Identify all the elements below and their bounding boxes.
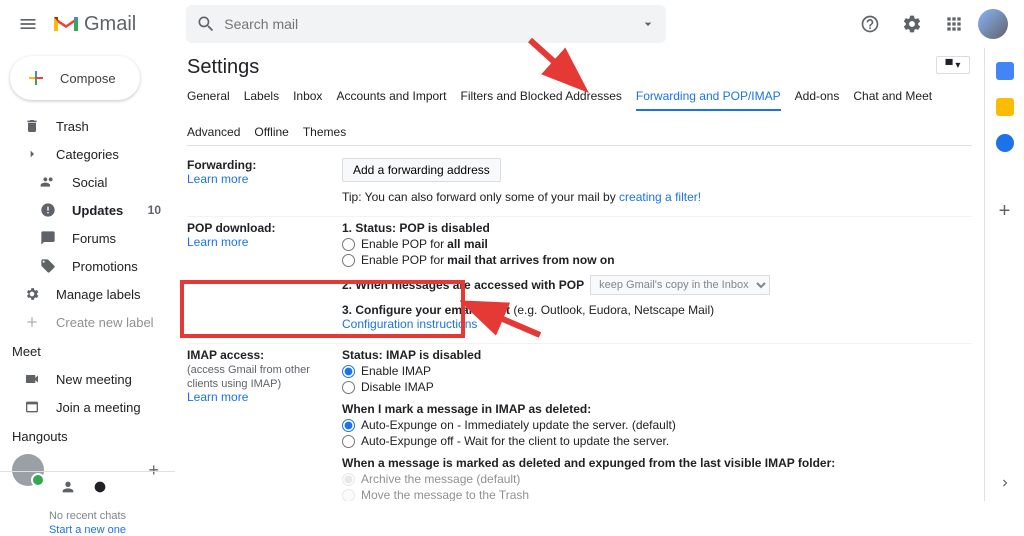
compose-label: Compose xyxy=(60,71,116,86)
hangouts-icon[interactable] xyxy=(92,479,108,495)
pop-enable-now[interactable]: Enable POP for mail that arrives from no… xyxy=(342,253,972,267)
imap-disable[interactable]: Disable IMAP xyxy=(342,380,972,394)
tasks-addon-icon[interactable] xyxy=(996,134,1014,152)
search-bar[interactable] xyxy=(186,5,666,43)
tab-filters[interactable]: Filters and Blocked Addresses xyxy=(461,89,622,111)
nav-create-label[interactable]: Create new label xyxy=(0,308,175,336)
meet-new[interactable]: New meeting xyxy=(0,365,175,393)
tab-labels[interactable]: Labels xyxy=(244,89,279,111)
add-addon-icon[interactable]: + xyxy=(999,200,1011,223)
expunge-off[interactable]: Auto-Expunge off - Wait for the client t… xyxy=(342,434,972,448)
start-chat-link[interactable]: Start a new one xyxy=(0,524,175,536)
pop-accessed-select[interactable]: keep Gmail's copy in the Inbox xyxy=(590,275,770,295)
tab-general[interactable]: General xyxy=(187,89,230,111)
language-button[interactable]: ▀ ▾ xyxy=(936,56,970,74)
side-panel: + xyxy=(984,48,1024,501)
gmail-logo[interactable]: Gmail xyxy=(52,13,136,36)
nav-promotions[interactable]: Promotions xyxy=(0,252,175,280)
pop-enable-all[interactable]: Enable POP for all mail xyxy=(342,237,972,251)
support-icon[interactable] xyxy=(852,6,888,42)
menu-icon[interactable] xyxy=(8,4,48,44)
add-forwarding-button[interactable]: Add a forwarding address xyxy=(342,158,501,182)
tab-accounts[interactable]: Accounts and Import xyxy=(336,89,446,111)
expunge-on[interactable]: Auto-Expunge on - Immediately update the… xyxy=(342,418,972,432)
imap-learn-more[interactable]: Learn more xyxy=(187,390,248,404)
nav-updates[interactable]: Updates10 xyxy=(0,196,175,224)
forwarding-learn-more[interactable]: Learn more xyxy=(187,172,248,186)
calendar-addon-icon[interactable] xyxy=(996,62,1014,80)
meet-join[interactable]: Join a meeting xyxy=(0,393,175,421)
hangouts-heading: Hangouts xyxy=(0,421,175,450)
opt-archive[interactable]: Archive the message (default) xyxy=(342,472,972,486)
collapse-panel-icon[interactable] xyxy=(998,476,1012,493)
create-filter-link[interactable]: creating a filter! xyxy=(619,190,701,204)
tab-chat[interactable]: Chat and Meet xyxy=(853,89,932,111)
person-icon[interactable] xyxy=(60,479,76,495)
tab-forwarding[interactable]: Forwarding and POP/IMAP xyxy=(636,89,781,111)
opt-trash[interactable]: Move the message to the Trash xyxy=(342,488,972,501)
tab-offline[interactable]: Offline xyxy=(254,125,288,145)
forwarding-label: Forwarding: xyxy=(187,158,256,172)
nav-categories[interactable]: Categories xyxy=(0,140,175,168)
tab-addons[interactable]: Add-ons xyxy=(795,89,840,111)
search-icon xyxy=(196,14,216,34)
nav-forums[interactable]: Forums xyxy=(0,224,175,252)
keep-addon-icon[interactable] xyxy=(996,98,1014,116)
imap-sub: (access Gmail from other clients using I… xyxy=(187,364,310,390)
meet-heading: Meet xyxy=(0,336,175,365)
search-options-icon[interactable] xyxy=(640,16,656,32)
imap-enable[interactable]: Enable IMAP xyxy=(342,364,972,378)
nav-social[interactable]: Social xyxy=(0,168,175,196)
tab-inbox[interactable]: Inbox xyxy=(293,89,322,111)
pop-learn-more[interactable]: Learn more xyxy=(187,235,248,249)
no-chats-text: No recent chats xyxy=(0,510,175,522)
tab-themes[interactable]: Themes xyxy=(303,125,346,145)
imap-label: IMAP access: xyxy=(187,348,264,362)
settings-icon[interactable] xyxy=(894,6,930,42)
account-avatar[interactable] xyxy=(978,9,1008,39)
nav-trash[interactable]: Trash xyxy=(0,112,175,140)
nav-manage-labels[interactable]: Manage labels xyxy=(0,280,175,308)
compose-button[interactable]: Compose xyxy=(10,56,140,100)
config-instructions-link[interactable]: Configuration instructions xyxy=(342,317,477,331)
logo-text: Gmail xyxy=(84,13,136,36)
pop-label: POP download: xyxy=(187,221,275,235)
apps-icon[interactable] xyxy=(936,6,972,42)
settings-content: Settings ▀ ▾ General Labels Inbox Accoun… xyxy=(175,48,984,501)
search-input[interactable] xyxy=(224,16,640,32)
tab-advanced[interactable]: Advanced xyxy=(187,125,240,145)
settings-title: Settings xyxy=(187,56,972,79)
